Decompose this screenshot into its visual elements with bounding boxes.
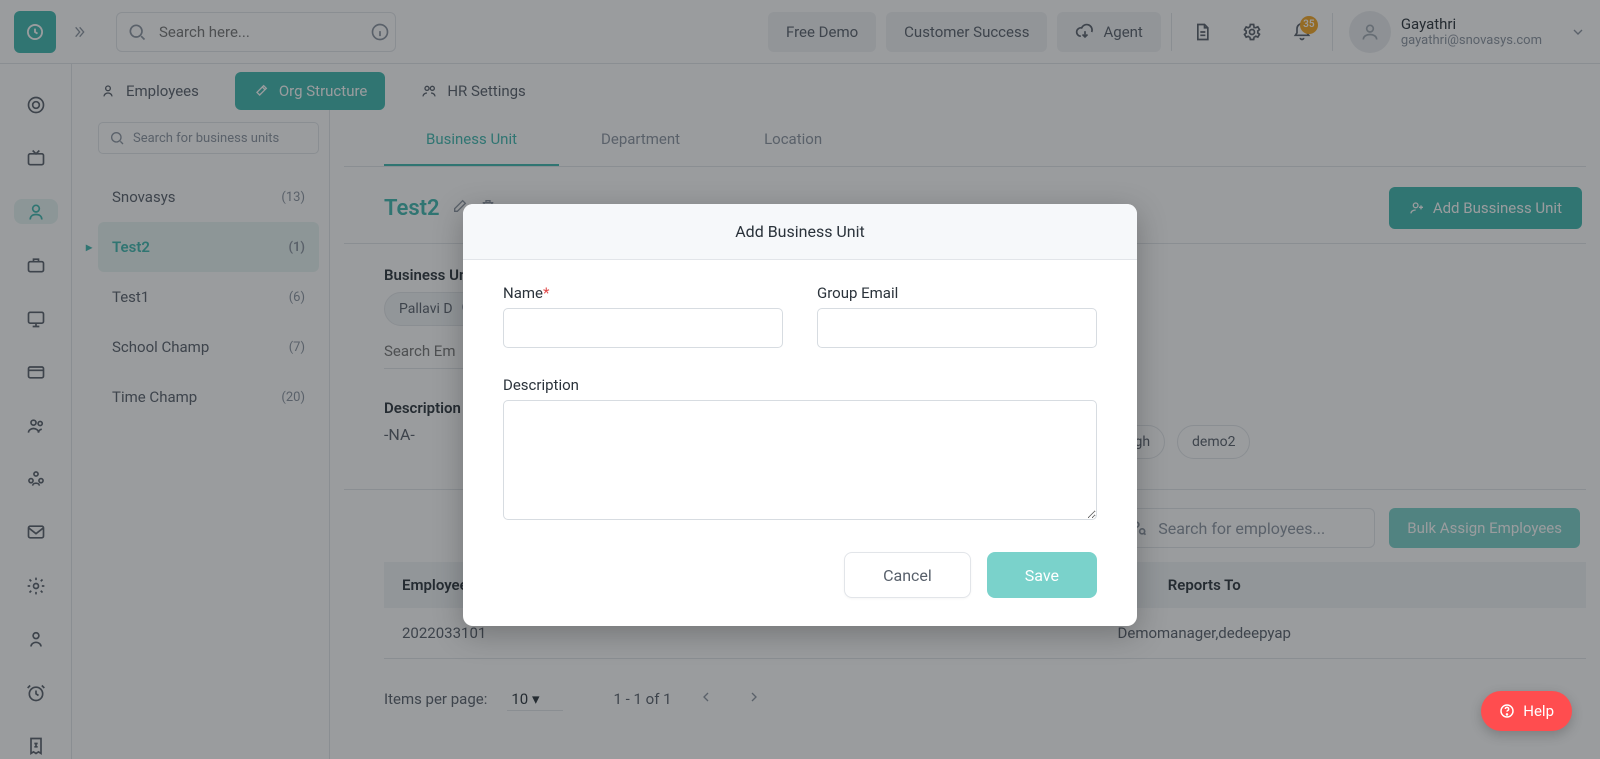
cancel-button[interactable]: Cancel xyxy=(844,552,971,598)
add-business-unit-modal: Add Business Unit Name* Group Email Desc… xyxy=(463,204,1137,626)
modal-name-label: Name* xyxy=(503,284,783,302)
help-icon xyxy=(1499,703,1515,719)
save-button[interactable]: Save xyxy=(987,552,1097,598)
modal-description-input[interactable] xyxy=(503,400,1097,520)
modal-title: Add Business Unit xyxy=(463,204,1137,260)
modal-name-input[interactable] xyxy=(503,308,783,348)
modal-description-label: Description xyxy=(503,376,1097,394)
help-button[interactable]: Help xyxy=(1481,691,1572,731)
modal-email-input[interactable] xyxy=(817,308,1097,348)
modal-email-label: Group Email xyxy=(817,284,1097,302)
